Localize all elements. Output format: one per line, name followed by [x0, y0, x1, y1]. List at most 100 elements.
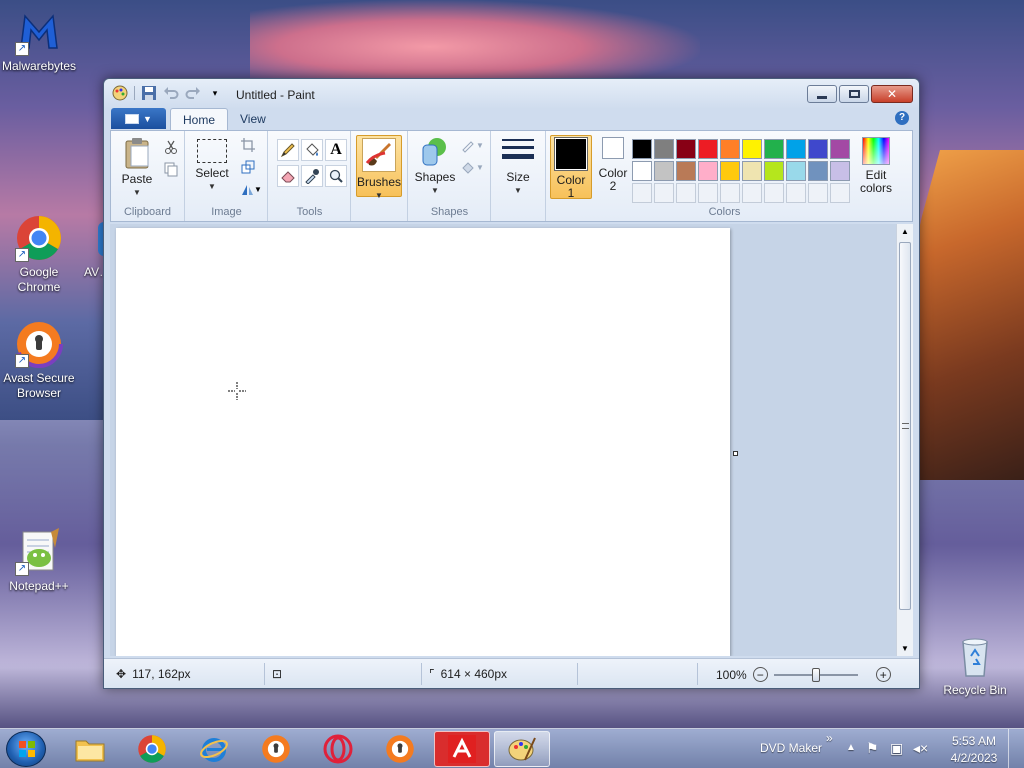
tray-toolbar-label[interactable]: DVD Maker: [760, 741, 822, 755]
maximize-button[interactable]: [839, 85, 869, 103]
edit-colors-button[interactable]: Edit colors: [856, 137, 896, 195]
copy-button[interactable]: [161, 159, 181, 179]
desktop-icon-notepad-plus-plus[interactable]: ↗ Notepad++: [0, 528, 78, 594]
title-bar[interactable]: ▾ Untitled - Paint ✕: [104, 79, 919, 109]
taskbar-avira[interactable]: [434, 731, 490, 767]
custom-color-slot[interactable]: [786, 183, 806, 203]
custom-color-slot[interactable]: [654, 183, 674, 203]
color2-button[interactable]: Color 2: [594, 137, 632, 193]
taskbar-paint[interactable]: [494, 731, 550, 767]
color-swatch[interactable]: [676, 139, 696, 159]
color-swatch[interactable]: [786, 139, 806, 159]
color-swatch[interactable]: [698, 161, 718, 181]
color-swatch[interactable]: [786, 161, 806, 181]
custom-color-slot[interactable]: [720, 183, 740, 203]
custom-color-slot[interactable]: [632, 183, 652, 203]
desktop-icon-malwarebytes[interactable]: ↗ Malwarebytes: [0, 8, 78, 74]
drawing-canvas[interactable]: [116, 228, 730, 656]
color-swatch[interactable]: [720, 161, 740, 181]
brushes-button[interactable]: Brushes ▼: [356, 135, 402, 200]
customize-qat-icon[interactable]: ▾: [207, 85, 223, 101]
paint-menu-button[interactable]: ▼: [111, 108, 166, 129]
help-icon[interactable]: ?: [895, 111, 909, 125]
close-button[interactable]: ✕: [871, 85, 913, 103]
color-swatch[interactable]: [742, 161, 762, 181]
custom-color-slot[interactable]: [830, 183, 850, 203]
color-swatch[interactable]: [676, 161, 696, 181]
action-center-flag-icon[interactable]: ⚑: [866, 740, 879, 757]
custom-color-slot[interactable]: [676, 183, 696, 203]
eraser-tool[interactable]: [277, 165, 299, 187]
cut-button[interactable]: [161, 137, 181, 157]
taskbar-internet-explorer[interactable]: [186, 731, 242, 767]
tab-home[interactable]: Home: [170, 108, 229, 130]
custom-color-slot[interactable]: [808, 183, 828, 203]
pencil-tool[interactable]: [277, 139, 299, 161]
color2-label: Color 2: [598, 166, 628, 193]
outline-button[interactable]: ▼: [459, 135, 485, 155]
volume-muted-icon[interactable]: ◂×: [913, 740, 928, 757]
paint-app-icon[interactable]: [112, 85, 128, 101]
color-swatch[interactable]: [808, 161, 828, 181]
desktop-icon-avg-partial[interactable]: AV… B…: [64, 214, 108, 280]
color-swatch[interactable]: [830, 161, 850, 181]
zoom-in-button[interactable]: +: [875, 667, 891, 682]
chrome-icon: [138, 735, 166, 763]
custom-color-slot[interactable]: [764, 183, 784, 203]
vertical-scrollbar[interactable]: ▲ ▼: [896, 224, 913, 656]
color-swatch[interactable]: [654, 139, 674, 159]
save-icon[interactable]: [141, 85, 157, 101]
resize-handle-right[interactable]: [733, 451, 738, 456]
color-swatch[interactable]: [632, 139, 652, 159]
color-swatch[interactable]: [654, 161, 674, 181]
taskbar-avast-browser-2[interactable]: [372, 731, 428, 767]
taskbar-opera[interactable]: [310, 731, 366, 767]
desktop-icon-avast-secure-browser[interactable]: ↗ Avast Secure Browser: [0, 320, 78, 401]
color-swatch[interactable]: [830, 139, 850, 159]
color-picker-tool[interactable]: [301, 165, 323, 187]
color-swatch[interactable]: [764, 161, 784, 181]
color-swatch[interactable]: [742, 139, 762, 159]
color-swatch[interactable]: [632, 161, 652, 181]
zoom-slider-thumb[interactable]: [811, 667, 820, 682]
color1-button[interactable]: Color 1: [550, 135, 592, 200]
scroll-down-icon[interactable]: ▼: [901, 644, 909, 653]
color-swatch[interactable]: [764, 139, 784, 159]
magnifier-tool[interactable]: [325, 165, 347, 187]
fill-tool[interactable]: [301, 139, 323, 161]
scroll-up-icon[interactable]: ▲: [901, 227, 909, 236]
taskbar-avast-browser[interactable]: [248, 731, 304, 767]
zoom-out-button[interactable]: −: [752, 667, 768, 682]
rotate-button[interactable]: ▼: [238, 179, 264, 199]
custom-color-slot[interactable]: [698, 183, 718, 203]
scrollbar-thumb[interactable]: [899, 242, 911, 610]
select-button[interactable]: Select ▼: [192, 137, 232, 193]
color-swatch[interactable]: [720, 139, 740, 159]
desktop-icon-recycle-bin[interactable]: Recycle Bin: [936, 632, 1014, 698]
resize-button[interactable]: [238, 157, 258, 177]
minimize-button[interactable]: [807, 85, 837, 103]
fill-button[interactable]: ▼: [459, 157, 485, 177]
network-icon[interactable]: ▣: [890, 740, 903, 757]
paste-button[interactable]: Paste ▼: [116, 137, 158, 199]
shapes-button[interactable]: Shapes ▼: [413, 137, 457, 197]
start-button[interactable]: [6, 731, 46, 767]
clock[interactable]: 5:53 AM 4/2/2023: [950, 734, 998, 765]
crop-button[interactable]: [238, 135, 258, 155]
tray-toolbar-expand-icon[interactable]: »: [826, 731, 833, 745]
custom-color-slot[interactable]: [742, 183, 762, 203]
redo-icon[interactable]: [185, 85, 201, 101]
color-swatch[interactable]: [698, 139, 718, 159]
taskbar-chrome[interactable]: [124, 731, 180, 767]
size-button[interactable]: Size ▼: [498, 137, 538, 197]
show-desktop-button[interactable]: [1008, 729, 1024, 768]
zoom-slider[interactable]: [773, 667, 858, 682]
color-swatch[interactable]: [808, 139, 828, 159]
show-hidden-icons-icon[interactable]: ▲: [846, 742, 856, 753]
tab-view[interactable]: View: [228, 108, 278, 130]
taskbar-file-explorer[interactable]: [62, 731, 118, 767]
clock-time: 5:53 AM: [951, 734, 997, 748]
undo-icon[interactable]: [163, 85, 179, 101]
text-tool[interactable]: A: [325, 139, 347, 161]
canvas-size-text: 614 × 460px: [440, 667, 508, 681]
